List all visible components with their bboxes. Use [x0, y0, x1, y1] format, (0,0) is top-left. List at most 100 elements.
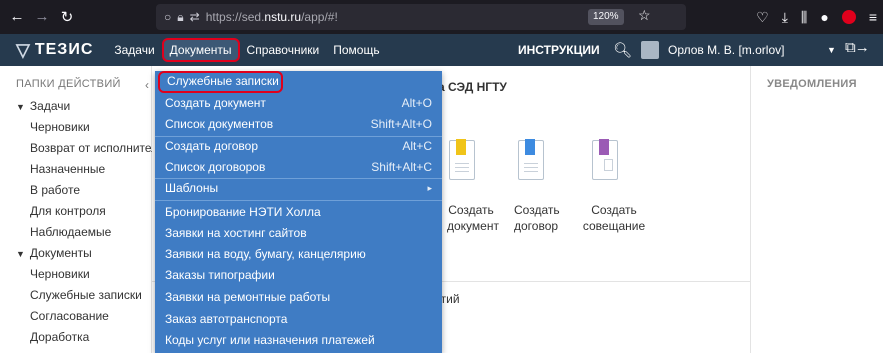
main-menu: Задачи Документы Справочники Помощь	[107, 38, 386, 62]
permissions-icon[interactable]: ⇄	[190, 10, 200, 24]
tree-group-label: Документы	[29, 246, 92, 260]
create-contract-tile[interactable]: Создать договор	[514, 202, 560, 234]
menu-item-create-document[interactable]: Создать документ Alt+O	[155, 93, 442, 114]
contract-icon[interactable]	[518, 139, 544, 180]
menu-item-hosting-requests[interactable]: Заявки на хостинг сайтов	[155, 223, 442, 244]
pocket-icon[interactable]: ♡	[756, 9, 769, 26]
menu-references[interactable]: Справочники	[240, 38, 327, 62]
tree-item[interactable]: Наблюдаемые	[0, 222, 152, 243]
bookmark-icon	[456, 139, 466, 155]
folder-tree: ▼ Задачи Черновики Возврат от исполнителя…	[0, 96, 152, 348]
menu-tasks[interactable]: Задачи	[107, 38, 161, 62]
menu-item-label: Служебные записки	[167, 74, 279, 88]
menu-item-label: Заказы типографии	[165, 268, 275, 282]
notifications-title: УВЕДОМЛЕНИЯ	[767, 78, 857, 90]
logo-icon: ▽	[16, 39, 31, 60]
search-icon[interactable]: 🔍︎	[613, 41, 632, 59]
forward-arrow-icon[interactable]: →	[31, 8, 53, 25]
menu-item-label: Создать договор	[165, 139, 258, 153]
menu-item-label: Список документов	[165, 117, 274, 131]
menu-item-shortcut: Shift+Alt+O	[370, 117, 432, 131]
tree-group-documents[interactable]: ▼ Документы	[0, 243, 152, 264]
menu-item-hall-booking[interactable]: Бронирование НЭТИ Холла	[155, 202, 442, 223]
menu-item-print-orders[interactable]: Заказы типографии	[155, 265, 442, 286]
app-header: ▽ ТЕЗИС Задачи Документы Справочники Пом…	[0, 34, 883, 66]
bookmark-star-icon[interactable]: ☆	[638, 7, 651, 24]
menu-item-contract-list[interactable]: Список договоров Shift+Alt+C	[155, 157, 442, 178]
tile-label: договор	[514, 219, 559, 233]
instructions-link[interactable]: ИНСТРУКЦИИ	[518, 34, 600, 66]
notifications-panel: УВЕДОМЛЕНИЯ	[750, 66, 883, 353]
browser-toolbar: ← → ↻ ○ 🔒︎ ⇄ https://sed.nstu.ru/app/#! …	[0, 0, 883, 34]
meeting-icon[interactable]	[592, 139, 618, 180]
tree-item[interactable]: Доработка	[0, 327, 152, 348]
menu-item-label: Создать документ	[165, 96, 266, 110]
back-arrow-icon[interactable]: ←	[6, 8, 28, 25]
app-logo[interactable]: ▽ ТЕЗИС	[16, 40, 93, 61]
menu-item-label: Коды услуг или назначения платежей	[165, 333, 375, 347]
menu-help[interactable]: Помощь	[326, 38, 386, 62]
tree-item[interactable]: Возврат от исполнителя	[0, 138, 152, 159]
tile-label: Создать	[514, 203, 560, 217]
menu-item-templates[interactable]: Шаблоны ▸	[155, 178, 442, 199]
caret-down-icon[interactable]: ▼	[16, 102, 25, 112]
menu-item-label: Шаблоны	[165, 181, 219, 195]
menu-separator	[155, 200, 442, 201]
menu-item-label: Бронирование НЭТИ Холла	[165, 205, 321, 219]
menu-item-transport-order[interactable]: Заказ автотранспорта	[155, 309, 442, 330]
create-document-tile[interactable]: Создать документ	[447, 202, 499, 234]
submenu-arrow-icon: ▸	[427, 183, 432, 193]
reload-icon[interactable]: ↻	[56, 8, 78, 26]
tree-item[interactable]: Черновики	[0, 117, 152, 138]
tree-item[interactable]: Служебные записки	[0, 285, 152, 306]
menu-item-shortcut: Alt+C	[402, 139, 432, 153]
zoom-level-badge[interactable]: 120%	[588, 9, 624, 25]
documents-dropdown-menu: Служебные записки Создать документ Alt+O …	[155, 71, 442, 353]
downloads-icon[interactable]: ⤓	[782, 9, 788, 26]
menu-item-label: Заявки на ремонтные работы	[165, 290, 331, 304]
tree-group-tasks[interactable]: ▼ Задачи	[0, 96, 152, 117]
document-icon[interactable]	[449, 139, 475, 180]
account-icon[interactable]: ●	[820, 9, 828, 25]
tree-item[interactable]: Назначенные	[0, 159, 152, 180]
lock-icon[interactable]: 🔒︎	[177, 10, 183, 25]
actions-folders-panel: ПАПКИ ДЕЙСТВИЙ ‹ ▼ Задачи Черновики Возвр…	[0, 66, 152, 353]
menu-item-memos[interactable]: Служебные записки	[158, 71, 283, 93]
caret-down-icon[interactable]: ▼	[16, 249, 25, 259]
menu-item-supplies-requests[interactable]: Заявки на воду, бумагу, канцелярию	[155, 244, 442, 265]
user-name[interactable]: Орлов М. В. [m.orlov]	[668, 34, 784, 66]
tree-item[interactable]: Черновики	[0, 264, 152, 285]
lines-decoration	[524, 163, 538, 164]
tile-label: документ	[447, 219, 499, 233]
bookmark-icon	[599, 139, 609, 155]
menu-item-label: Заказ автотранспорта	[165, 312, 288, 326]
menu-item-document-list[interactable]: Список документов Shift+Alt+O	[155, 114, 442, 135]
avatar[interactable]	[641, 41, 659, 59]
chevron-down-icon[interactable]: ▼	[827, 34, 836, 66]
menu-item-label: Заявки на воду, бумагу, канцелярию	[165, 247, 366, 261]
tree-group-label: Задачи	[29, 99, 71, 113]
menu-item-label: Заявки на хостинг сайтов	[165, 226, 307, 240]
url-text[interactable]: https://sed.nstu.ru/app/#!	[206, 10, 338, 24]
ublock-icon[interactable]	[841, 10, 856, 24]
menu-item-shortcut: Alt+O	[401, 96, 432, 110]
grid-decoration	[604, 159, 613, 171]
create-meeting-tile[interactable]: Создать совещание	[580, 202, 648, 234]
tree-item[interactable]: Для контроля	[0, 201, 152, 222]
tree-item[interactable]: В работе	[0, 180, 152, 201]
collapse-panel-icon[interactable]: ‹	[145, 78, 149, 92]
hamburger-menu-icon[interactable]: ≡	[869, 9, 877, 25]
library-icon[interactable]: ⫼	[801, 9, 807, 26]
menu-documents[interactable]: Документы	[161, 38, 240, 62]
logo-text: ТЕЗИС	[34, 41, 94, 58]
welcome-title: а СЭД НГТУ	[438, 80, 507, 94]
logout-icon[interactable]: ⧉→	[845, 39, 870, 56]
tree-item[interactable]: Согласование	[0, 306, 152, 327]
menu-item-repair-requests[interactable]: Заявки на ремонтные работы	[155, 287, 442, 308]
shield-icon[interactable]: ○	[164, 10, 171, 24]
menu-item-label: Список договоров	[165, 160, 266, 174]
menu-item-create-contract[interactable]: Создать договор Alt+C	[155, 136, 442, 157]
menu-item-service-codes[interactable]: Коды услуг или назначения платежей	[155, 330, 442, 351]
address-bar[interactable]: ○ 🔒︎ ⇄ https://sed.nstu.ru/app/#! 120% ☆	[156, 4, 686, 30]
bookmark-icon	[525, 139, 535, 155]
